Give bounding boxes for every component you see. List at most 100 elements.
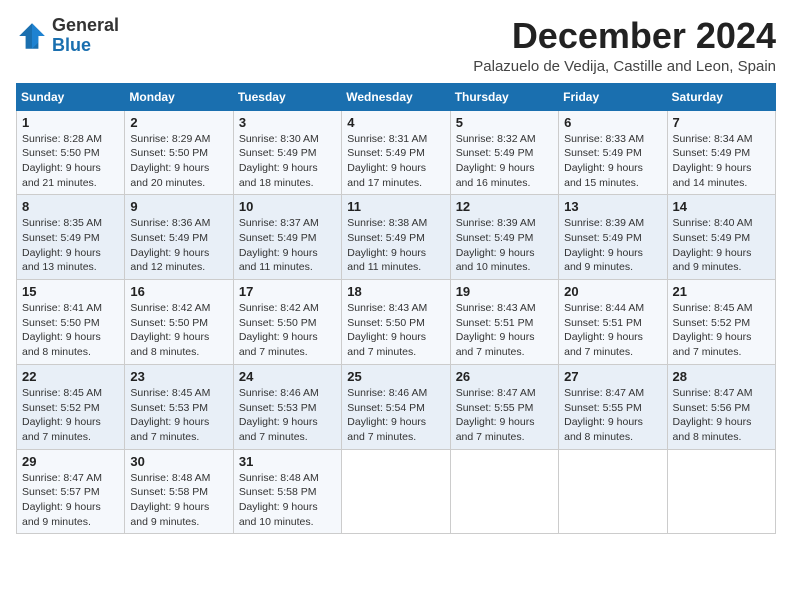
day-number: 2 [130,115,227,130]
calendar-cell: 8 Sunrise: 8:35 AMSunset: 5:49 PMDayligh… [17,195,125,280]
calendar-cell: 30 Sunrise: 8:48 AMSunset: 5:58 PMDaylig… [125,449,233,534]
calendar-cell: 21 Sunrise: 8:45 AMSunset: 5:52 PMDaylig… [667,280,775,365]
calendar-cell: 15 Sunrise: 8:41 AMSunset: 5:50 PMDaylig… [17,280,125,365]
calendar-row: 8 Sunrise: 8:35 AMSunset: 5:49 PMDayligh… [17,195,776,280]
day-info: Sunrise: 8:39 AMSunset: 5:49 PMDaylight:… [456,217,536,273]
day-info: Sunrise: 8:46 AMSunset: 5:54 PMDaylight:… [347,387,427,443]
calendar-cell: 9 Sunrise: 8:36 AMSunset: 5:49 PMDayligh… [125,195,233,280]
day-number: 11 [347,199,444,214]
header-friday: Friday [559,83,667,110]
calendar-cell: 11 Sunrise: 8:38 AMSunset: 5:49 PMDaylig… [342,195,450,280]
page-header: General Blue December 2024 Palazuelo de … [16,16,776,75]
day-number: 22 [22,369,119,384]
header-saturday: Saturday [667,83,775,110]
calendar-cell: 31 Sunrise: 8:48 AMSunset: 5:58 PMDaylig… [233,449,341,534]
day-info: Sunrise: 8:28 AMSunset: 5:50 PMDaylight:… [22,133,102,189]
logo: General Blue [16,16,119,56]
logo-blue-text: Blue [52,35,91,55]
calendar-cell: 12 Sunrise: 8:39 AMSunset: 5:49 PMDaylig… [450,195,558,280]
day-info: Sunrise: 8:31 AMSunset: 5:49 PMDaylight:… [347,133,427,189]
header-sunday: Sunday [17,83,125,110]
day-number: 27 [564,369,661,384]
day-info: Sunrise: 8:44 AMSunset: 5:51 PMDaylight:… [564,302,644,358]
calendar-cell: 22 Sunrise: 8:45 AMSunset: 5:52 PMDaylig… [17,364,125,449]
calendar-cell: 16 Sunrise: 8:42 AMSunset: 5:50 PMDaylig… [125,280,233,365]
month-title: December 2024 [473,16,776,56]
day-number: 18 [347,284,444,299]
weekday-header-row: Sunday Monday Tuesday Wednesday Thursday… [17,83,776,110]
day-info: Sunrise: 8:48 AMSunset: 5:58 PMDaylight:… [239,472,319,528]
header-monday: Monday [125,83,233,110]
title-block: December 2024 Palazuelo de Vedija, Casti… [473,16,776,75]
day-number: 4 [347,115,444,130]
day-info: Sunrise: 8:39 AMSunset: 5:49 PMDaylight:… [564,217,644,273]
day-number: 15 [22,284,119,299]
day-info: Sunrise: 8:36 AMSunset: 5:49 PMDaylight:… [130,217,210,273]
calendar-row: 15 Sunrise: 8:41 AMSunset: 5:50 PMDaylig… [17,280,776,365]
day-number: 26 [456,369,553,384]
day-number: 17 [239,284,336,299]
calendar-cell [667,449,775,534]
day-number: 19 [456,284,553,299]
day-info: Sunrise: 8:47 AMSunset: 5:57 PMDaylight:… [22,472,102,528]
calendar-cell: 26 Sunrise: 8:47 AMSunset: 5:55 PMDaylig… [450,364,558,449]
day-info: Sunrise: 8:38 AMSunset: 5:49 PMDaylight:… [347,217,427,273]
day-info: Sunrise: 8:33 AMSunset: 5:49 PMDaylight:… [564,133,644,189]
day-number: 25 [347,369,444,384]
day-info: Sunrise: 8:35 AMSunset: 5:49 PMDaylight:… [22,217,102,273]
day-number: 14 [673,199,770,214]
calendar-cell: 27 Sunrise: 8:47 AMSunset: 5:55 PMDaylig… [559,364,667,449]
calendar-cell: 17 Sunrise: 8:42 AMSunset: 5:50 PMDaylig… [233,280,341,365]
calendar-row: 22 Sunrise: 8:45 AMSunset: 5:52 PMDaylig… [17,364,776,449]
calendar-cell: 19 Sunrise: 8:43 AMSunset: 5:51 PMDaylig… [450,280,558,365]
day-number: 16 [130,284,227,299]
calendar-table: Sunday Monday Tuesday Wednesday Thursday… [16,83,776,535]
logo-text: General Blue [52,16,119,56]
day-number: 10 [239,199,336,214]
day-info: Sunrise: 8:30 AMSunset: 5:49 PMDaylight:… [239,133,319,189]
calendar-cell [559,449,667,534]
header-tuesday: Tuesday [233,83,341,110]
day-number: 23 [130,369,227,384]
calendar-row: 29 Sunrise: 8:47 AMSunset: 5:57 PMDaylig… [17,449,776,534]
day-number: 31 [239,454,336,469]
day-number: 29 [22,454,119,469]
day-info: Sunrise: 8:47 AMSunset: 5:55 PMDaylight:… [456,387,536,443]
calendar-cell: 6 Sunrise: 8:33 AMSunset: 5:49 PMDayligh… [559,110,667,195]
day-number: 1 [22,115,119,130]
day-number: 13 [564,199,661,214]
day-number: 3 [239,115,336,130]
day-info: Sunrise: 8:29 AMSunset: 5:50 PMDaylight:… [130,133,210,189]
day-number: 12 [456,199,553,214]
day-info: Sunrise: 8:42 AMSunset: 5:50 PMDaylight:… [239,302,319,358]
day-info: Sunrise: 8:45 AMSunset: 5:52 PMDaylight:… [673,302,753,358]
calendar-cell: 14 Sunrise: 8:40 AMSunset: 5:49 PMDaylig… [667,195,775,280]
day-number: 28 [673,369,770,384]
header-thursday: Thursday [450,83,558,110]
day-number: 7 [673,115,770,130]
calendar-cell: 25 Sunrise: 8:46 AMSunset: 5:54 PMDaylig… [342,364,450,449]
calendar-cell [450,449,558,534]
header-wednesday: Wednesday [342,83,450,110]
day-info: Sunrise: 8:43 AMSunset: 5:50 PMDaylight:… [347,302,427,358]
day-number: 6 [564,115,661,130]
day-number: 20 [564,284,661,299]
calendar-cell: 2 Sunrise: 8:29 AMSunset: 5:50 PMDayligh… [125,110,233,195]
location-text: Palazuelo de Vedija, Castille and Leon, … [473,58,776,75]
day-info: Sunrise: 8:34 AMSunset: 5:49 PMDaylight:… [673,133,753,189]
day-info: Sunrise: 8:47 AMSunset: 5:55 PMDaylight:… [564,387,644,443]
calendar-cell: 20 Sunrise: 8:44 AMSunset: 5:51 PMDaylig… [559,280,667,365]
day-number: 8 [22,199,119,214]
day-number: 21 [673,284,770,299]
day-info: Sunrise: 8:42 AMSunset: 5:50 PMDaylight:… [130,302,210,358]
day-number: 5 [456,115,553,130]
day-info: Sunrise: 8:32 AMSunset: 5:49 PMDaylight:… [456,133,536,189]
calendar-cell: 3 Sunrise: 8:30 AMSunset: 5:49 PMDayligh… [233,110,341,195]
logo-icon [16,20,48,52]
day-number: 24 [239,369,336,384]
day-info: Sunrise: 8:41 AMSunset: 5:50 PMDaylight:… [22,302,102,358]
calendar-cell: 23 Sunrise: 8:45 AMSunset: 5:53 PMDaylig… [125,364,233,449]
day-info: Sunrise: 8:43 AMSunset: 5:51 PMDaylight:… [456,302,536,358]
calendar-cell: 28 Sunrise: 8:47 AMSunset: 5:56 PMDaylig… [667,364,775,449]
day-info: Sunrise: 8:46 AMSunset: 5:53 PMDaylight:… [239,387,319,443]
